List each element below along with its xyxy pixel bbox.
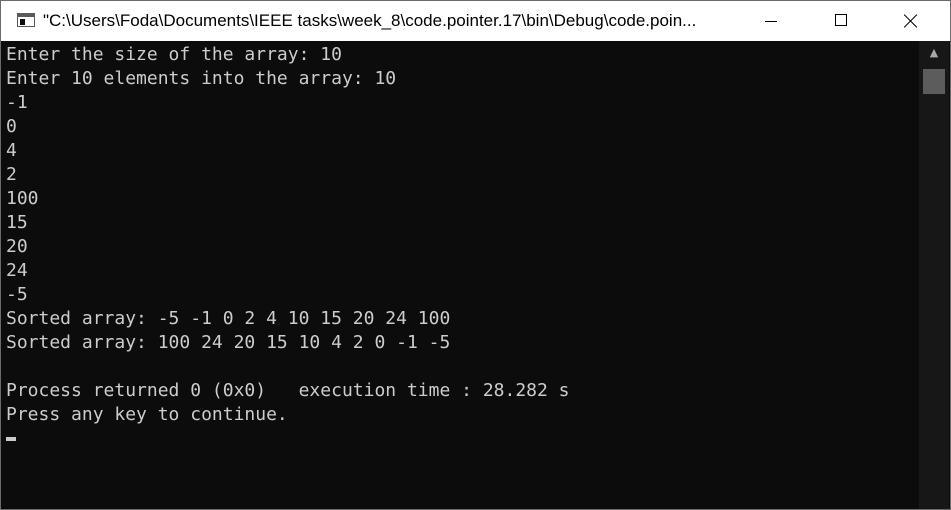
console-line: 20 — [6, 236, 28, 257]
console-line: Press any key to continue. — [6, 404, 288, 425]
console-line: 0 — [6, 116, 17, 137]
maximize-button[interactable] — [806, 1, 876, 41]
console-window: "C:\Users\Foda\Documents\IEEE tasks\week… — [0, 0, 951, 510]
console-line: -1 — [6, 92, 28, 113]
console-line: 24 — [6, 260, 28, 281]
title-bar[interactable]: "C:\Users\Foda\Documents\IEEE tasks\week… — [1, 1, 950, 41]
minimize-button[interactable] — [736, 1, 806, 41]
console-line: Enter the size of the array: 10 — [6, 44, 342, 65]
console-output-area[interactable]: Enter the size of the array: 10 Enter 10… — [1, 41, 918, 509]
chevron-up-icon[interactable]: ▲ — [919, 41, 949, 65]
minimize-icon — [765, 21, 777, 22]
window-title: "C:\Users\Foda\Documents\IEEE tasks\week… — [43, 11, 697, 30]
console-window-icon[interactable] — [17, 13, 35, 27]
console-line: Enter 10 elements into the array: 10 — [6, 68, 397, 89]
console-output: Enter the size of the array: 10 Enter 10… — [6, 43, 570, 451]
close-button[interactable] — [876, 1, 946, 41]
console-cursor-line — [6, 427, 570, 451]
scrollbar-thumb[interactable] — [923, 69, 945, 94]
console-line: Sorted array: 100 24 20 15 10 4 2 0 -1 -… — [6, 332, 451, 353]
console-line: Process returned 0 (0x0) execution time … — [6, 380, 570, 401]
console-line: -5 — [6, 284, 28, 305]
console-line: 4 — [6, 140, 17, 161]
console-line: 100 — [6, 188, 39, 209]
console-line: Sorted array: -5 -1 0 2 4 10 15 20 24 10… — [6, 308, 451, 329]
vertical-scrollbar[interactable]: ▲ — [919, 41, 949, 509]
close-icon — [904, 14, 918, 28]
text-cursor — [6, 437, 16, 441]
console-line: 15 — [6, 212, 28, 233]
maximize-icon — [835, 14, 847, 26]
console-line: 2 — [6, 164, 17, 185]
